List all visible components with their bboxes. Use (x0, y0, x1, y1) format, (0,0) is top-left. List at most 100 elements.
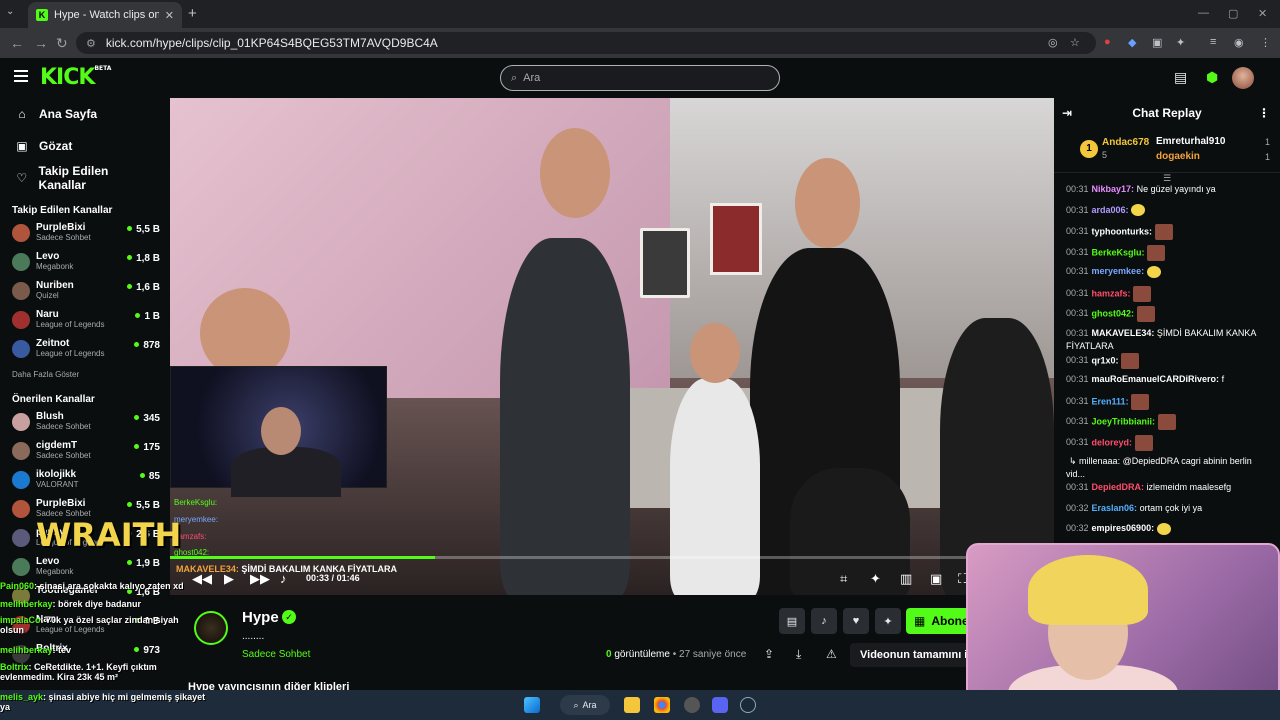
crop-icon[interactable]: ⌗ (840, 571, 847, 587)
heart-icon[interactable]: ♥ (843, 608, 869, 634)
channel-name[interactable]: Hype (242, 609, 279, 626)
channel-item[interactable]: Zeitnot League of Legends 878 (0, 336, 170, 365)
extension-icon[interactable]: ▣ (1152, 36, 1162, 49)
emote-icon (1154, 224, 1173, 240)
discord-icon[interactable] (712, 697, 728, 713)
windows-start-icon[interactable] (524, 697, 540, 713)
message-user[interactable]: Eren111: (1092, 396, 1129, 406)
message-time: 00:31 (1066, 482, 1089, 492)
extension-icon[interactable]: ● (1104, 36, 1111, 48)
sparkle-icon[interactable]: ✦ (870, 571, 881, 587)
video-player[interactable]: BerkeKsglu: meryemkee: hamzafs: ghost042… (170, 98, 1054, 595)
channel-item[interactable]: Levo Megabonk 1,8 B (0, 249, 170, 278)
message-user[interactable]: Nikbay17: (1092, 184, 1135, 194)
chrome-icon[interactable] (654, 697, 670, 713)
search-icon: ⌕ (511, 71, 518, 84)
gifter-name[interactable]: Emreturhal910 (1156, 136, 1225, 147)
clips-icon[interactable]: ▤ (1174, 69, 1187, 86)
extension-icon[interactable]: ◆ (1128, 36, 1136, 49)
tab-title: Hype - Watch clips on Kick (54, 9, 159, 21)
media-icon[interactable]: ≡ (1210, 36, 1216, 48)
channel-item[interactable]: PurpleBixi Sadece Sohbet 5,5 B (0, 220, 170, 249)
user-avatar[interactable] (1232, 67, 1254, 89)
channel-avatar (12, 471, 30, 489)
viewer-count: 1,6 B (127, 282, 160, 293)
sparkle-icon[interactable]: ✦ (875, 608, 901, 634)
top-gifter-name[interactable]: Andac678 (1102, 137, 1149, 148)
extensions-puzzle-icon[interactable]: ✦ (1176, 36, 1185, 49)
sidebar-item-home[interactable]: ⌂ Ana Sayfa (0, 98, 170, 130)
message-user[interactable]: DepiedDRA: (1092, 482, 1145, 492)
search-input[interactable]: ⌕ Ara (500, 65, 780, 91)
video-progress-bar[interactable] (170, 556, 1054, 559)
message-user[interactable]: typhoonturks: (1092, 226, 1153, 236)
message-user[interactable]: MAKAVELE34: (1092, 328, 1155, 338)
tab-search-button[interactable]: ⌄ (6, 6, 14, 17)
channel-avatar[interactable] (194, 611, 228, 645)
kick-coin-icon[interactable]: ⬢ (1206, 69, 1218, 86)
share-clip-icon[interactable]: ▤ (779, 608, 805, 634)
video-frame-painting (710, 203, 762, 275)
forward-icon[interactable]: ▶▶ (250, 571, 270, 587)
play-icon[interactable]: ▶ (224, 571, 234, 587)
channel-item[interactable]: Nuriben Quizel 1,6 B (0, 278, 170, 307)
bell-icon[interactable]: ♪ (811, 608, 837, 634)
channel-category[interactable]: Sadece Sohbet (242, 649, 310, 660)
sidebar-item-following[interactable]: ♡ Takip Edilen Kanallar (0, 162, 170, 194)
forward-icon[interactable]: → (34, 35, 48, 51)
steelseries-icon[interactable] (684, 697, 700, 713)
channel-item[interactable]: Levo Megabonk 1,9 B (0, 554, 170, 583)
emote-icon (1147, 244, 1166, 261)
message-user[interactable]: empires06900: (1092, 523, 1155, 533)
menu-kebab-icon[interactable]: ⋮ (1260, 36, 1271, 49)
message-user[interactable]: hamzafs: (1092, 288, 1131, 298)
channel-item[interactable]: ikolojikk VALORANT 85 (0, 467, 170, 496)
reload-icon[interactable]: ↻ (56, 35, 68, 52)
viewer-count: 5,5 B (127, 224, 160, 235)
message-user[interactable]: JoeyTribbianii: (1092, 416, 1156, 426)
file-explorer-icon[interactable] (624, 697, 640, 713)
video-controls: ◀◀ ▶ ▶▶ ♪ 00:33 / 01:46 ⌗ ✦ ▥ ▣ ⛶ (170, 568, 1054, 592)
profile-icon[interactable]: ◉ (1234, 36, 1244, 49)
report-icon[interactable]: ⚠ (826, 647, 837, 661)
collapse-chat-icon[interactable]: ⇥ (1062, 106, 1072, 120)
share-icon[interactable]: ⇪ (764, 647, 774, 661)
chat-options-icon[interactable]: ⋮ (1258, 106, 1270, 120)
sidebar-item-browse[interactable]: ▣ Gözat (0, 130, 170, 162)
taskbar-search[interactable]: ⌕ Ara (560, 695, 610, 715)
message-user[interactable]: deloreyd: (1092, 437, 1133, 447)
viewer-count: 1 B (135, 311, 160, 322)
overlay-chat-user: melihberkay (0, 645, 53, 655)
stats-icon[interactable]: ▥ (900, 571, 912, 587)
minimize-button[interactable]: — (1198, 7, 1209, 19)
maximize-button[interactable]: ▢ (1228, 7, 1238, 20)
message-user[interactable]: ghost042: (1092, 308, 1135, 318)
miniplayer-icon[interactable]: ▣ (930, 571, 942, 587)
channel-item[interactable]: Blush Sadece Sohbet 345 (0, 409, 170, 438)
tab-close-icon[interactable]: ✕ (165, 9, 174, 22)
steam-icon[interactable] (740, 697, 756, 713)
kick-logo[interactable]: KICKBETA (40, 65, 111, 90)
show-more-link[interactable]: Daha Fazla Göster (0, 365, 170, 385)
bookmark-star-icon[interactable]: ☆ (1070, 36, 1080, 49)
pinned-toggle-icon[interactable]: ☰ (1054, 173, 1280, 183)
message-user[interactable]: BerkeKsglu: (1092, 247, 1145, 257)
channel-item[interactable]: Naru League of Legends 1 B (0, 307, 170, 336)
new-tab-button[interactable]: + (188, 5, 197, 22)
hamburger-menu-icon[interactable] (14, 70, 28, 82)
download-icon[interactable]: ⤓ (796, 647, 801, 662)
message-user[interactable]: meryemkee: (1092, 266, 1145, 276)
browser-tab[interactable]: K Hype - Watch clips on Kick ✕ (28, 2, 182, 28)
eye-off-icon[interactable]: ◎ (1048, 36, 1058, 49)
close-window-button[interactable]: ✕ (1258, 7, 1267, 20)
message-user[interactable]: mauRoEmanuelCARDiRivero: (1092, 374, 1220, 384)
message-user[interactable]: arda006: (1092, 205, 1129, 215)
gifter-name[interactable]: dogaekin (1156, 151, 1200, 162)
message-user[interactable]: qr1x0: (1092, 355, 1119, 365)
address-bar[interactable]: ⚙ kick.com/hype/clips/clip_01KP64S4BQEG5… (76, 32, 1096, 54)
channel-item[interactable]: cigdemT Sadece Sohbet 175 (0, 438, 170, 467)
back-icon[interactable]: ← (10, 35, 24, 51)
message-user[interactable]: Eraslan06: (1092, 503, 1138, 513)
site-info-icon[interactable]: ⚙ (86, 37, 96, 50)
volume-icon[interactable]: ♪ (280, 571, 287, 586)
